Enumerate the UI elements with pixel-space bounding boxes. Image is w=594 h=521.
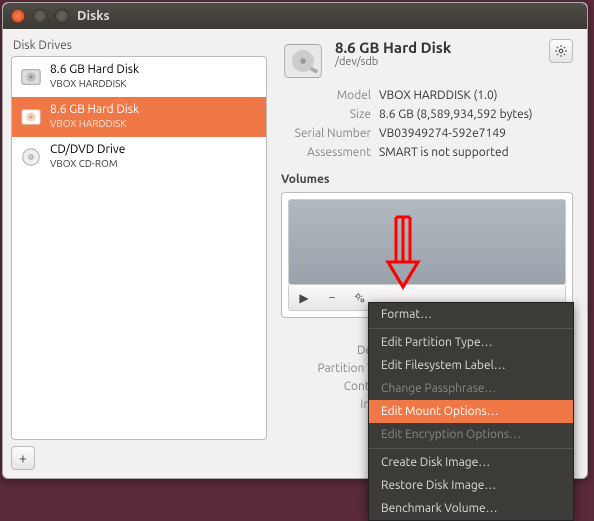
disc-icon bbox=[20, 146, 42, 168]
value-assessment: SMART is not supported bbox=[379, 146, 573, 159]
drive-item-selected[interactable]: 8.6 GB Hard Disk VBOX HARDDISK bbox=[12, 97, 266, 137]
drive-item[interactable]: CD/DVD Drive VBOX CD-ROM bbox=[12, 137, 266, 177]
disk-path: /dev/sdb bbox=[335, 56, 539, 68]
hdd-large-icon bbox=[281, 39, 325, 83]
menu-separator bbox=[369, 448, 573, 449]
menu-edit-encryption: Edit Encryption Options… bbox=[369, 423, 573, 446]
drive-sub: VBOX CD-ROM bbox=[50, 157, 125, 171]
play-icon: ▶ bbox=[299, 291, 308, 305]
drive-name: 8.6 GB Hard Disk bbox=[50, 63, 139, 77]
plus-icon: + bbox=[19, 450, 27, 466]
menu-edit-mount-options[interactable]: Edit Mount Options… bbox=[369, 400, 573, 423]
menu-restore-disk-image[interactable]: Restore Disk Image… bbox=[369, 474, 573, 497]
menu-separator bbox=[369, 328, 573, 329]
volume-settings-button[interactable] bbox=[351, 289, 369, 307]
label-assessment: Assessment bbox=[281, 146, 379, 159]
minus-icon: − bbox=[329, 291, 336, 304]
hdd-icon bbox=[20, 106, 42, 128]
maximize-icon[interactable] bbox=[55, 9, 69, 23]
drive-name: 8.6 GB Hard Disk bbox=[50, 103, 139, 117]
close-icon[interactable] bbox=[11, 9, 25, 23]
volume-partition[interactable] bbox=[288, 199, 566, 285]
sidebar: Disk Drives 8.6 GB Hard Disk VBOX HARDDI… bbox=[3, 29, 275, 478]
disk-title: 8.6 GB Hard Disk bbox=[335, 39, 539, 56]
volumes-label: Volumes bbox=[281, 173, 573, 186]
hdd-icon bbox=[20, 66, 42, 88]
mount-button[interactable]: ▶ bbox=[295, 289, 313, 307]
drive-sub: VBOX HARDDISK bbox=[50, 77, 139, 91]
menu-edit-partition-type[interactable]: Edit Partition Type… bbox=[369, 331, 573, 354]
window-title: Disks bbox=[77, 9, 110, 23]
gears-icon bbox=[353, 291, 367, 305]
menu-create-disk-image[interactable]: Create Disk Image… bbox=[369, 451, 573, 474]
drive-item[interactable]: 8.6 GB Hard Disk VBOX HARDDISK bbox=[12, 57, 266, 97]
titlebar: Disks bbox=[3, 3, 587, 29]
value-serial: VB03949274-592e7149 bbox=[379, 127, 573, 140]
drive-name: CD/DVD Drive bbox=[50, 143, 125, 157]
menu-change-passphrase: Change Passphrase… bbox=[369, 377, 573, 400]
drive-sub: VBOX HARDDISK bbox=[50, 117, 139, 131]
menu-edit-fs-label[interactable]: Edit Filesystem Label… bbox=[369, 354, 573, 377]
sidebar-label: Disk Drives bbox=[13, 39, 267, 52]
menu-format[interactable]: Format… bbox=[369, 303, 573, 326]
volumes-box: ▶ − bbox=[281, 192, 573, 318]
disk-settings-button[interactable] bbox=[549, 39, 573, 63]
value-model: VBOX HARDDISK (1.0) bbox=[379, 89, 573, 102]
context-menu: Format… Edit Partition Type… Edit Filesy… bbox=[368, 302, 574, 521]
label-model: Model bbox=[281, 89, 379, 102]
add-button[interactable]: + bbox=[11, 446, 35, 470]
label-serial: Serial Number bbox=[281, 127, 379, 140]
drive-list: 8.6 GB Hard Disk VBOX HARDDISK 8.6 GB Ha… bbox=[11, 56, 267, 440]
label-size: Size bbox=[281, 108, 379, 121]
delete-button[interactable]: − bbox=[323, 289, 341, 307]
minimize-icon[interactable] bbox=[33, 9, 47, 23]
value-size: 8.6 GB (8,589,934,592 bytes) bbox=[379, 108, 573, 121]
gear-icon bbox=[554, 44, 568, 58]
